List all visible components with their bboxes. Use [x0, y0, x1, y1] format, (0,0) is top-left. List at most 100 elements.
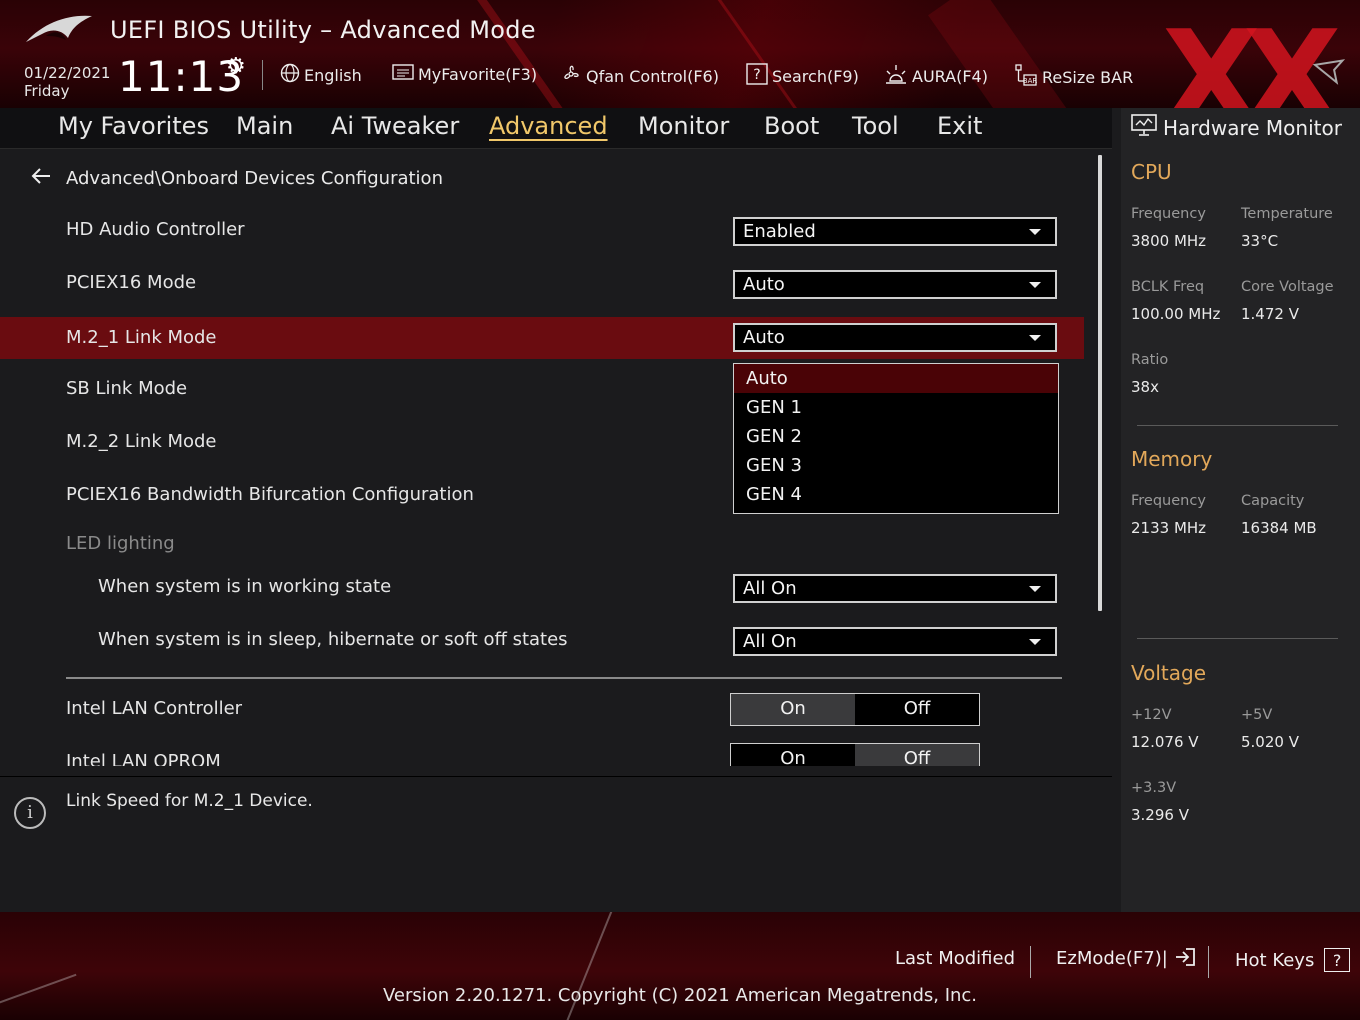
main-menu-bar: My Favorites Main Ai Tweaker Advanced Mo…: [0, 108, 1112, 149]
svg-text:?: ?: [753, 67, 760, 83]
mem-frequency-label: Frequency: [1131, 493, 1206, 509]
toggle-off[interactable]: Off: [855, 744, 979, 766]
tab-ai-tweaker[interactable]: Ai Tweaker: [331, 112, 459, 140]
hd-audio-select[interactable]: Enabled: [733, 217, 1057, 246]
resize-bar-icon: BAR: [1014, 63, 1038, 92]
setting-row-selected[interactable]: M.2_1 Link Mode Auto: [0, 317, 1084, 359]
back-arrow-icon[interactable]: [30, 167, 52, 190]
tab-tool[interactable]: Tool: [852, 112, 899, 140]
caret-down-icon: [1029, 639, 1041, 645]
myfavorite-button[interactable]: MyFavorite(F3): [392, 63, 537, 86]
m2-1-link-mode-select[interactable]: Auto: [733, 323, 1057, 352]
toggle-off[interactable]: Off: [855, 694, 979, 725]
mem-capacity-label: Capacity: [1241, 493, 1305, 509]
aura-light-icon: [884, 63, 908, 90]
setting-label: HD Audio Controller: [66, 219, 245, 240]
setting-label: Intel LAN Controller: [66, 698, 243, 719]
search-button[interactable]: ? Search(F9): [746, 63, 859, 90]
setting-row[interactable]: When system is in sleep, hibernate or so…: [0, 619, 1084, 661]
app-title: UEFI BIOS Utility – Advanced Mode: [110, 16, 536, 44]
tab-my-favorites[interactable]: My Favorites: [58, 112, 209, 140]
led-working-state-select[interactable]: All On: [733, 574, 1057, 603]
setting-label: M.2_1 Link Mode: [66, 327, 217, 348]
myfavorite-label: MyFavorite(F3): [418, 65, 538, 84]
v33-label: +3.3V: [1131, 780, 1177, 796]
breadcrumb-path: Advanced\Onboard Devices Configuration: [66, 168, 443, 189]
v5-value: 5.020 V: [1241, 733, 1299, 751]
language-button[interactable]: English: [280, 63, 362, 88]
tab-advanced[interactable]: Advanced: [489, 112, 608, 140]
language-label: English: [304, 66, 362, 85]
lan-controller-toggle[interactable]: On Off: [730, 693, 980, 726]
aura-label: AURA(F4): [912, 67, 988, 86]
cpu-heading: CPU: [1131, 160, 1172, 184]
cpu-temperature-value: 33°C: [1241, 232, 1279, 250]
hw-divider: [1137, 638, 1338, 639]
dropdown-option[interactable]: Auto: [734, 364, 1058, 393]
select-value: Enabled: [743, 221, 816, 242]
qfan-label: Qfan Control(F6): [586, 67, 719, 86]
pciex16-mode-select[interactable]: Auto: [733, 270, 1057, 299]
aura-button[interactable]: AURA(F4): [884, 63, 988, 90]
caret-down-icon: [1029, 282, 1041, 288]
qfan-control-button[interactable]: Qfan Control(F6): [560, 63, 719, 90]
voltage-heading: Voltage: [1131, 661, 1207, 685]
setting-label: PCIEX16 Mode: [66, 272, 197, 293]
select-value: Auto: [743, 274, 785, 295]
core-voltage-label: Core Voltage: [1241, 279, 1334, 295]
v5-label: +5V: [1241, 707, 1273, 723]
divider: [262, 60, 263, 90]
divider: [1208, 946, 1209, 978]
tab-main[interactable]: Main: [236, 112, 293, 140]
dropdown-option[interactable]: GEN 1: [734, 393, 1058, 422]
select-value: Auto: [743, 327, 785, 348]
tab-monitor[interactable]: Monitor: [638, 112, 729, 140]
date-text: 01/22/2021: [24, 64, 111, 82]
dropdown-option[interactable]: GEN 3: [734, 451, 1058, 480]
lan-oprom-toggle[interactable]: On Off: [730, 743, 980, 766]
tab-exit[interactable]: Exit: [937, 112, 982, 140]
setting-row[interactable]: HD Audio Controller Enabled: [0, 209, 1084, 251]
setting-row[interactable]: Intel LAN Controller On Off: [0, 688, 1084, 730]
setting-label: Intel LAN OPROM: [66, 751, 221, 766]
toggle-on[interactable]: On: [731, 744, 855, 766]
hw-divider: [1137, 425, 1338, 426]
cpu-frequency-label: Frequency: [1131, 206, 1206, 222]
hardware-monitor-title: Hardware Monitor: [1131, 114, 1342, 141]
led-sleep-state-select[interactable]: All On: [733, 627, 1057, 656]
bclk-value: 100.00 MHz: [1131, 305, 1221, 323]
link-mode-dropdown-list: Auto GEN 1 GEN 2 GEN 3 GEN 4: [733, 363, 1059, 514]
dropdown-option[interactable]: GEN 2: [734, 422, 1058, 451]
gear-icon[interactable]: ⚙: [226, 54, 246, 79]
setting-row[interactable]: When system is in working state All On: [0, 566, 1084, 608]
ezmode-button[interactable]: EzMode(F7)|: [1056, 948, 1196, 969]
ratio-value: 38x: [1131, 378, 1159, 396]
search-help-icon: ?: [746, 63, 768, 90]
ezmode-label: EzMode(F7)|: [1056, 948, 1168, 969]
hot-keys-button[interactable]: Hot Keys ?: [1235, 948, 1351, 972]
version-text: Version 2.20.1271. Copyright (C) 2021 Am…: [382, 985, 978, 1006]
top-bar: UEFI BIOS Utility – Advanced Mode 01/22/…: [0, 0, 1360, 108]
toggle-on[interactable]: On: [731, 694, 855, 725]
mem-capacity-value: 16384 MB: [1241, 519, 1317, 537]
hw-title-text: Hardware Monitor: [1163, 115, 1342, 140]
favorite-list-icon: [392, 63, 414, 86]
info-icon: i: [14, 797, 46, 829]
footer-bar: Last Modified EzMode(F7)| Hot Keys ? Ver…: [0, 912, 1360, 1020]
cpu-frequency-value: 3800 MHz: [1131, 232, 1207, 250]
setting-row[interactable]: Intel LAN OPROM On Off: [0, 741, 1084, 766]
last-modified-button[interactable]: Last Modified: [895, 948, 1015, 969]
select-value: All On: [743, 578, 797, 599]
watermark-xx-logo: XX: [1162, 4, 1341, 109]
setting-row[interactable]: PCIEX16 Mode Auto: [0, 262, 1084, 304]
v12-value: 12.076 V: [1131, 733, 1199, 751]
memory-heading: Memory: [1131, 447, 1213, 471]
setting-label: When system is in working state: [98, 576, 392, 597]
resize-bar-button[interactable]: BAR ReSize BAR: [1014, 63, 1133, 92]
monitor-screen-icon: [1131, 114, 1157, 141]
fan-icon: [560, 63, 582, 90]
scrollbar[interactable]: [1098, 155, 1102, 611]
dropdown-option[interactable]: GEN 4: [734, 480, 1058, 509]
tab-boot[interactable]: Boot: [764, 112, 819, 140]
day-text: Friday: [24, 82, 70, 100]
